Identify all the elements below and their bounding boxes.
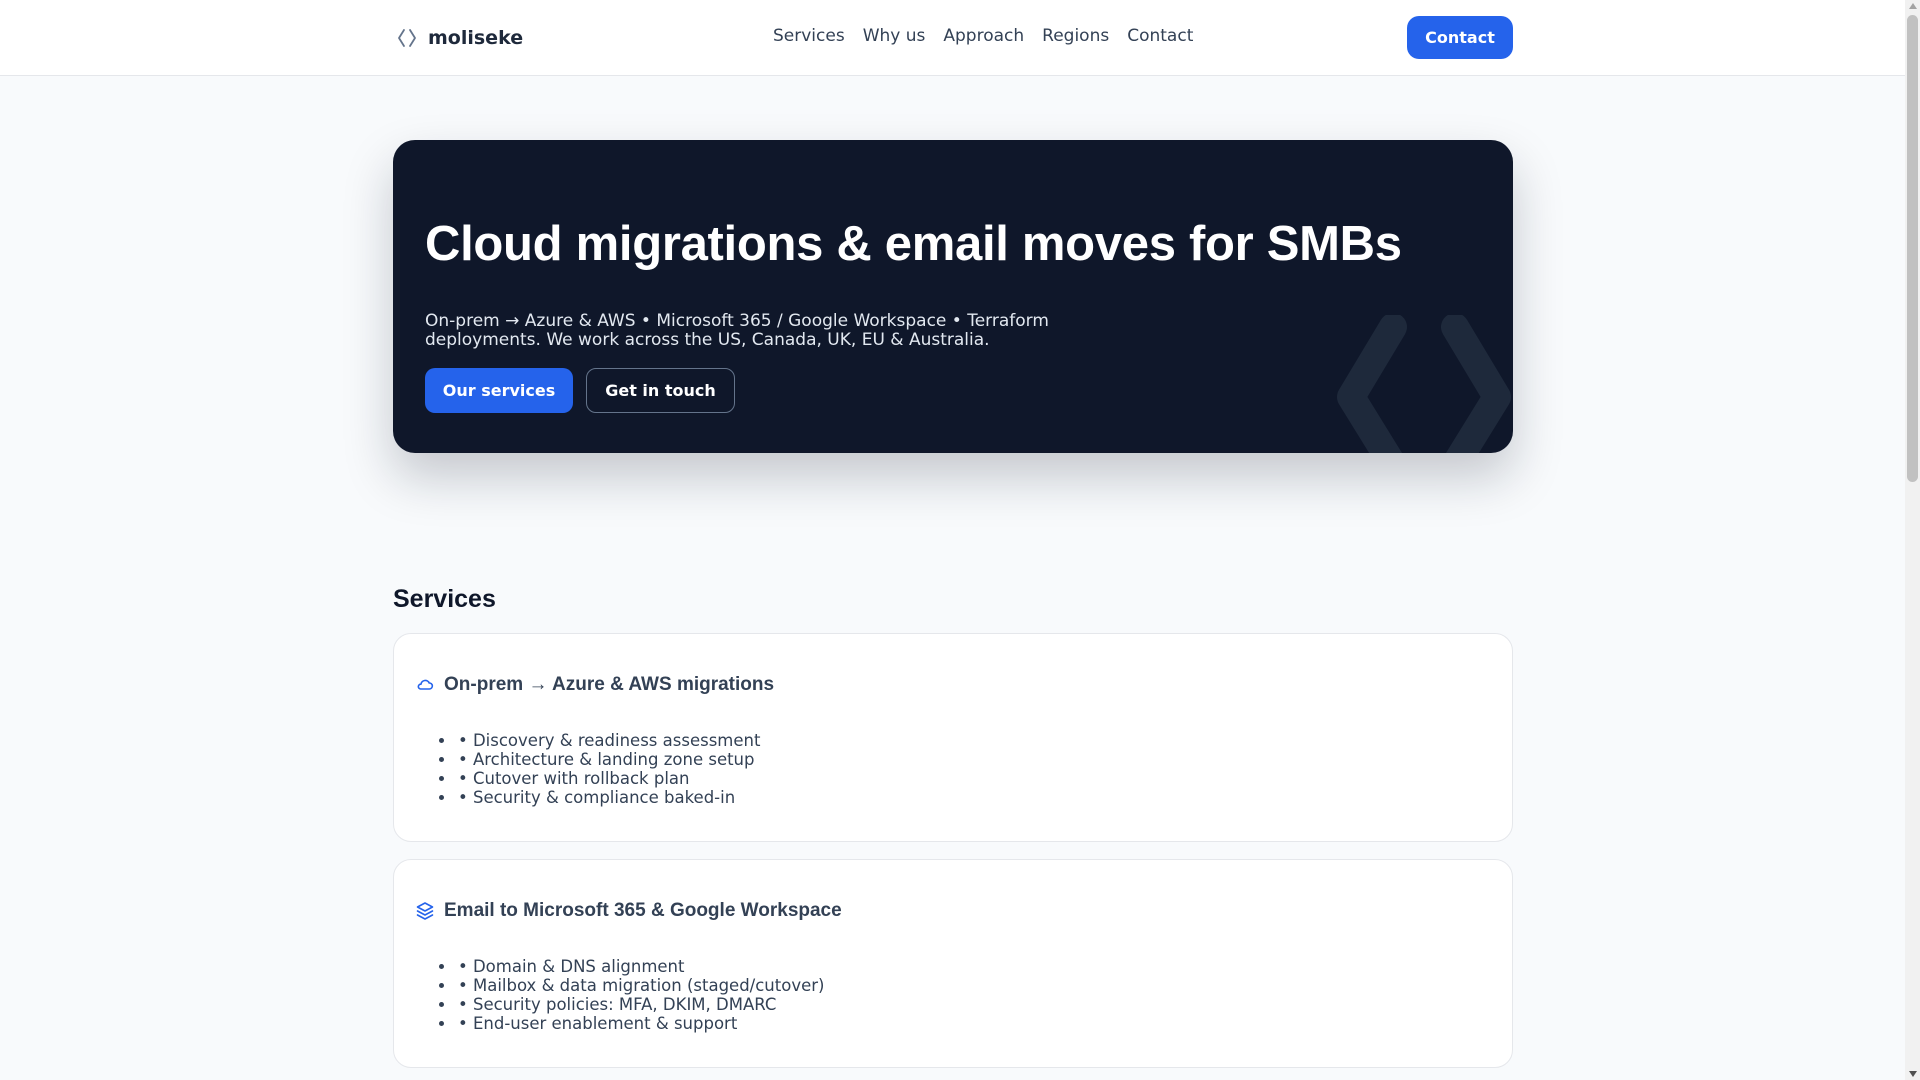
hero-subtitle: On-prem → Azure & AWS • Microsoft 365 / …: [425, 311, 1049, 350]
hero-banner: Cloud migrations & email moves for SMBs …: [393, 140, 1513, 453]
get-in-touch-button[interactable]: Get in touch: [586, 368, 735, 413]
layers-icon: [416, 901, 434, 921]
scroll-down-arrow-icon[interactable]: [1909, 1071, 1917, 1077]
brand-name: moliseke: [428, 27, 524, 49]
list-item: • Cutover with rollback plan: [456, 769, 760, 788]
code-brackets-icon: [396, 27, 418, 49]
service-card-email-migrations: Email to Microsoft 365 & Google Workspac…: [393, 859, 1513, 1068]
hero-title: Cloud migrations & email moves for SMBs: [425, 217, 1402, 271]
service-card-cloud-migrations: On-prem → Azure & AWS migrations • Disco…: [393, 633, 1513, 842]
card-header: On-prem → Azure & AWS migrations: [416, 674, 774, 696]
list-item: • End-user enablement & support: [456, 1014, 824, 1033]
card-header: Email to Microsoft 365 & Google Workspac…: [416, 900, 842, 922]
list-item: • Mailbox & data migration (staged/cutov…: [456, 976, 824, 995]
nav-item-approach[interactable]: Approach: [943, 26, 1024, 46]
services-heading: Services: [393, 585, 496, 613]
code-brackets-icon: [1333, 313, 1513, 453]
nav-item-services[interactable]: Services: [773, 26, 845, 46]
nav-item-regions[interactable]: Regions: [1042, 26, 1109, 46]
card-title: On-prem → Azure & AWS migrations: [444, 674, 775, 695]
list-item: • Domain & DNS alignment: [456, 957, 824, 976]
our-services-button[interactable]: Our services: [425, 368, 573, 413]
cloud-icon: [416, 676, 434, 694]
brand-logo[interactable]: moliseke: [396, 24, 523, 52]
list-item: • Architecture & landing zone setup: [456, 750, 760, 769]
list-item: • Discovery & readiness assessment: [456, 731, 760, 750]
contact-button[interactable]: Contact: [1407, 16, 1513, 59]
feature-list: • Discovery & readiness assessment • Arc…: [456, 731, 760, 807]
nav-item-contact[interactable]: Contact: [1127, 26, 1193, 46]
nav-item-why-us[interactable]: Why us: [863, 26, 926, 46]
scroll-up-arrow-icon[interactable]: [1909, 3, 1917, 9]
main-nav: Services Why us Approach Regions Contact: [773, 26, 1193, 46]
card-title: Email to Microsoft 365 & Google Workspac…: [444, 900, 842, 921]
list-item: • Security policies: MFA, DKIM, DMARC: [456, 995, 824, 1014]
feature-list: • Domain & DNS alignment • Mailbox & dat…: [456, 957, 824, 1033]
site-header: moliseke Services Why us Approach Region…: [0, 0, 1905, 76]
scrollbar-thumb[interactable]: [1907, 15, 1918, 482]
hero-actions: Our services Get in touch: [425, 368, 735, 413]
list-item: • Security & compliance baked-in: [456, 788, 760, 807]
vertical-scrollbar[interactable]: [1905, 0, 1920, 1080]
